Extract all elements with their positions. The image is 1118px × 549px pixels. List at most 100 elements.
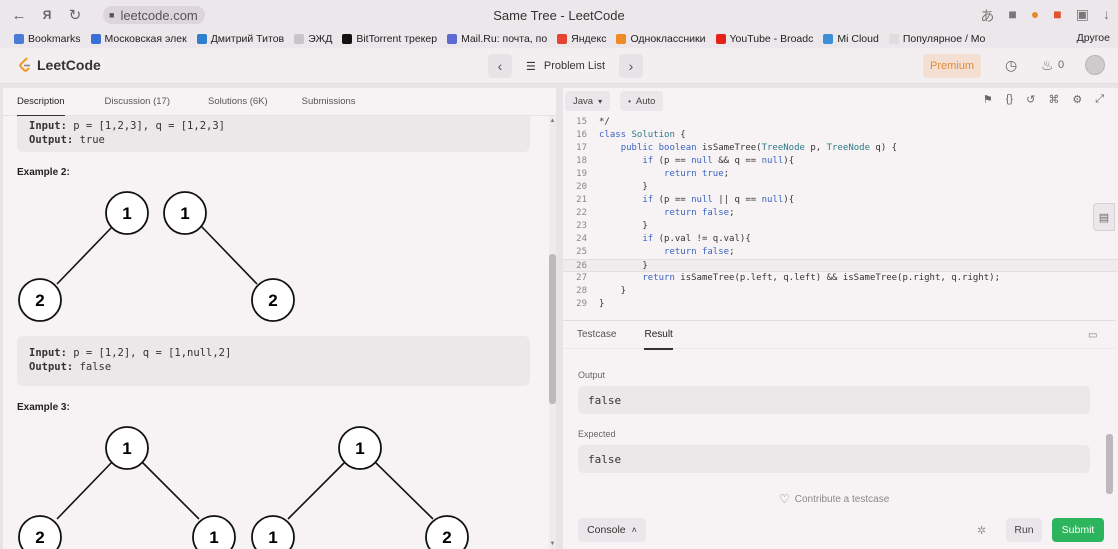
code-line[interactable]: 25 return false; [563,246,1118,259]
bookmark-item[interactable]: Одноклассники [616,33,706,45]
bookmark-label: Популярное / Mo [902,33,986,45]
tree-node: 2 [251,278,295,322]
code-line[interactable]: 29} [563,298,1118,311]
shopping-icon[interactable]: ■ [1053,6,1061,26]
fullscreen-icon[interactable]: ⤢ [1095,93,1104,106]
debug-bug-icon[interactable]: ✲ [977,524,986,537]
code-line[interactable]: 15 */ [563,116,1118,129]
code-line[interactable]: 26 } [563,259,1118,272]
reset-icon[interactable]: ↺ [1026,93,1035,106]
leetcode-logo[interactable]: LeetCode [18,57,101,73]
code-line[interactable]: 19 return true; [563,168,1118,181]
lock-icon: ■ [109,10,115,20]
description-content: Input: p = [1,2,3], q = [1,2,3] Output: … [3,116,548,549]
bookmark-item[interactable]: Популярное / Mo [888,33,986,45]
translate-icon[interactable]: あ [980,6,994,26]
expected-label: Expected [578,429,616,439]
address-bar[interactable]: ■ leetcode.com [103,6,205,24]
code-line[interactable]: 18 if (p == null && q == null){ [563,155,1118,168]
problem-list-button[interactable]: ☰ Problem List [520,60,611,73]
tab-description[interactable]: Description [3,88,79,117]
bookmark-item[interactable]: Московская элек [90,33,187,45]
avatar[interactable] [1085,55,1105,75]
other-bookmarks[interactable]: Другое [1077,32,1110,44]
language-select[interactable]: Java ▾ [565,91,611,111]
bookmark-favicon-icon [447,34,458,44]
console-button[interactable]: Console ˄ [578,518,646,542]
settings-gear-icon[interactable]: ⚙ [1072,93,1082,106]
code-text: } [599,221,648,231]
code-line[interactable]: 17 public boolean isSameTree(TreeNode p,… [563,142,1118,155]
bookmark-item[interactable]: ЭЖД [294,33,332,45]
tab-discussion[interactable]: Discussion (17) [91,88,184,116]
description-scrollbar[interactable]: ▲ ▼ [549,116,556,549]
code-editor[interactable]: 15 */ 16 class Solution {17 public boolean … [563,116,1118,316]
bookmark-item[interactable]: Mail.Ru: почта, по [447,33,547,45]
result-scrollbar[interactable] [1106,348,1114,548]
tab-submissions[interactable]: Submissions [288,88,370,116]
bookmark-favicon-icon [294,34,305,44]
code-line[interactable]: 28 } [563,285,1118,298]
bookmark-icon[interactable]: ⚑ [983,93,993,106]
download-icon[interactable]: ↓ [1103,6,1110,26]
code-line[interactable]: 24 if (p.val != q.val){ [563,233,1118,246]
timer-icon[interactable]: ◷ [1005,57,1017,74]
back-arrow-icon[interactable]: ← [8,4,30,26]
bookmark-icon[interactable]: ■ [1008,6,1016,26]
code-line[interactable]: 22 return false; [563,207,1118,220]
bookmark-item[interactable]: BitTorrent трекер [342,33,437,45]
example1-input: p = [1,2,3], q = [1,2,3] [73,120,225,132]
streak-count: 0 [1058,59,1065,71]
extension-icon[interactable]: ● [1031,6,1039,26]
bookmark-item[interactable]: Bookmarks [14,33,81,45]
example3-trees: 1 2 1 1 1 2 [18,426,469,549]
premium-button[interactable]: Premium [923,54,981,78]
bookmark-favicon-icon [196,34,207,44]
code-line[interactable]: 16 class Solution { [563,129,1118,142]
code-line[interactable]: 20 } [563,181,1118,194]
panel-toggle-icon[interactable]: ▭ [1088,330,1097,341]
shortcut-icon[interactable]: ⌘ [1048,93,1059,106]
scroll-up-icon[interactable]: ▲ [549,118,556,124]
tree-node: 1 [251,515,295,549]
reload-icon[interactable]: ↻ [64,4,86,26]
scrollbar-thumb[interactable] [1106,434,1113,494]
tree-node: 2 [18,278,62,322]
collections-icon[interactable]: ▣ [1076,6,1089,26]
scrollbar-thumb[interactable] [549,254,556,404]
tab-testcase[interactable]: Testcase [563,321,630,349]
bookmark-label: Mail.Ru: почта, по [461,33,548,45]
auto-mode-button[interactable]: • Auto [620,91,664,111]
scroll-down-icon[interactable]: ▼ [549,541,556,547]
prev-problem-button[interactable]: ‹ [488,54,512,78]
line-number: 25 [576,247,587,257]
submit-button[interactable]: Submit [1052,518,1104,542]
tab-result[interactable]: Result [630,321,686,350]
problem-list-nav: ‹ ☰ Problem List › [488,54,644,78]
line-number: 21 [576,195,587,205]
bookmark-item[interactable]: Дмитрий Титов [196,33,284,45]
svg-text:1: 1 [122,204,131,223]
svg-text:1: 1 [209,528,218,547]
yandex-icon[interactable]: Я [36,4,58,26]
leetcode-header: LeetCode ‹ ☰ Problem List › Premium ◷ ♨ … [0,48,1118,84]
example2-output: false [79,361,112,373]
run-button[interactable]: Run [1006,518,1042,542]
code-line[interactable]: 21 if (p == null || q == null){ [563,194,1118,207]
tree-node: 1 [105,191,149,235]
notes-side-tab[interactable]: ▤ [1093,203,1115,231]
contribute-testcase-link[interactable]: ♡ Contribute a testcase [779,492,889,506]
example1-output: true [79,134,105,146]
svg-text:1: 1 [180,204,189,223]
bookmark-favicon-icon [888,34,899,44]
code-line[interactable]: 23 } [563,220,1118,233]
tab-solutions[interactable]: Solutions (6K) [194,88,282,116]
bookmark-label: YouTube - Broadc [729,33,814,45]
bookmark-item[interactable]: YouTube - Broadc [715,33,814,45]
format-braces-icon[interactable]: {} [1006,93,1013,106]
streak-fire-icon[interactable]: ♨ [1041,57,1054,74]
code-line[interactable]: 27 return isSameTree(p.left, q.left) && … [563,272,1118,285]
bookmark-item[interactable]: Яндекс [557,33,606,45]
next-problem-button[interactable]: › [619,54,644,78]
bookmark-item[interactable]: Mi Cloud [823,33,879,45]
